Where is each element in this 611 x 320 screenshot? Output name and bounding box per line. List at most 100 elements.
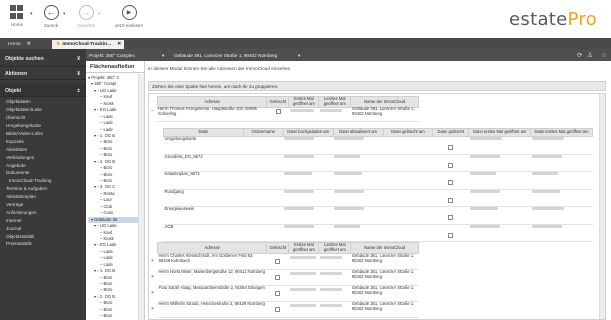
column-header[interactable]: Letztes Mal geöffnet am — [318, 96, 352, 108]
expand-icon[interactable]: + — [151, 290, 154, 296]
start-button[interactable]: ▶ Jetzt einlesen — [114, 5, 144, 35]
file-row[interactable]: Energieausweis — [163, 206, 593, 225]
deleted-checkbox[interactable] — [275, 259, 281, 264]
deleted-cell — [266, 253, 289, 270]
address-row[interactable]: Herrn Horst Meier, Marienbergstraße 12, … — [157, 269, 419, 286]
chevron-down-icon[interactable]: ▾ — [162, 53, 164, 59]
first-address-row: Herrn Thomas Ferngeimner, Hauptstraße 10… — [157, 106, 419, 122]
back-dropdown-icon[interactable]: ▾ — [63, 11, 66, 17]
chevron-down-icon[interactable]: ▾ — [298, 53, 300, 59]
file-deleted-checkbox[interactable] — [448, 145, 454, 150]
deleted-checkbox[interactable] — [275, 275, 281, 280]
back-label: Zurück — [43, 23, 59, 28]
file-column-header[interactable]: Datei erstes Mal geöffnet am — [468, 128, 532, 137]
home-grid-icon — [9, 5, 25, 19]
sidebar-item[interactable]: Übersicht — [0, 114, 86, 122]
tree-node-label: Büro — [103, 178, 113, 183]
sidebar-item[interactable]: Exposés — [0, 137, 86, 145]
tree-node[interactable]: – Büro — [88, 313, 144, 319]
sidebar-item[interactable]: Objektstatistik — [0, 232, 86, 240]
sidebar-item[interactable]: Bilder/Video-Links — [0, 130, 86, 138]
file-row[interactable]: Rundgang — [163, 189, 593, 207]
file-deleted-checkbox[interactable] — [448, 215, 454, 220]
breadcrumb-building[interactable]: Gebäude 361, Lorenzer Straße 1, 90402 Nü… — [174, 53, 277, 58]
expand-icon[interactable]: + — [151, 258, 154, 264]
file-column-header[interactable]: Datei gelöscht — [432, 128, 470, 137]
column-header[interactable]: Erstes Mal geöffnet am — [288, 96, 320, 108]
home-button[interactable]: Home — [4, 5, 30, 35]
file-row[interactable]: AGB — [163, 224, 593, 242]
file-row[interactable]: Katasterplan_8672 — [163, 171, 593, 190]
group-by-drop-zone[interactable]: Ziehen Sie eine Spalte hier herein, um n… — [148, 81, 606, 91]
sidebar-item[interactable]: Objektdaten/Liste — [0, 106, 86, 114]
sidebar-item[interactable]: Journal — [0, 224, 86, 232]
sidebar-item[interactable]: Termine & Aufgaben — [0, 185, 86, 193]
sidebar-item[interactable]: Aktivitätenplan — [0, 193, 86, 201]
file-deleted-checkbox[interactable] — [448, 197, 454, 203]
column-header[interactable]: Adresse — [156, 242, 268, 254]
expand-icon[interactable]: + — [151, 274, 154, 280]
file-row[interactable]: Umgebungskarte — [163, 136, 593, 155]
tree-node-label: Büro — [103, 171, 113, 177]
column-header[interactable]: Gelöscht — [266, 242, 290, 254]
file-row[interactable]: Grundriss_EG_8672 — [163, 154, 593, 172]
sidebar-item[interactable]: Angebote — [0, 161, 86, 169]
sidebar-item[interactable]: Verbindungen — [0, 153, 86, 161]
column-header[interactable]: Letztes Mal geöffnet am — [318, 242, 352, 254]
forward-button[interactable]: → Vorwärts — [73, 5, 99, 35]
file-deleted-checkbox[interactable] — [448, 162, 454, 168]
file-column-header[interactable]: Datei letztes Mal geöffnet am — [530, 128, 593, 137]
tab-immocloud-tracking[interactable]: ★ ImmoCloud-Trackin... ✕ — [52, 40, 124, 49]
deleted-checkbox[interactable] — [275, 307, 281, 312]
grid-scrollbar[interactable] — [599, 94, 605, 319]
sidebar-section-actions[interactable]: Aktionen ¥ — [0, 67, 86, 80]
file-column-header[interactable]: Ordnername — [242, 128, 284, 137]
redacted-date — [469, 172, 496, 176]
expand-icon[interactable]: + — [151, 306, 154, 312]
home-dropdown-icon[interactable]: ▾ — [30, 11, 33, 17]
back-button[interactable]: ← Zurück — [38, 5, 64, 35]
date-cell — [468, 136, 531, 155]
sidebar-item[interactable]: ImmoCloud-Tracking — [0, 177, 86, 185]
column-header[interactable]: Name der ImmoCloud — [350, 242, 419, 254]
collapse-icon[interactable]: − — [151, 108, 154, 114]
tree-title: Flächenaufteilun — [86, 61, 144, 73]
column-header[interactable]: Gelöscht — [266, 96, 290, 108]
section-label: Aktionen — [5, 71, 28, 77]
address-row[interactable]: Herrn Charles Kleinschmidt, Am Goldenen … — [157, 253, 419, 270]
deleted-checkbox[interactable] — [275, 291, 281, 296]
sidebar-item[interactable]: Internet — [0, 216, 86, 224]
tab-home[interactable]: Home ✕ — [4, 40, 35, 49]
sidebar-item[interactable]: Umgebungskarte — [0, 122, 86, 130]
close-icon[interactable]: ✕ — [27, 42, 31, 47]
file-column-header[interactable]: Datei gelöscht am — [382, 128, 434, 137]
close-icon[interactable]: ✕ — [117, 42, 121, 47]
address-row[interactable]: Frau Sarah Haag, Marquardsenstraße 2, 91… — [157, 285, 419, 302]
folder-cell — [243, 171, 284, 190]
sidebar-item[interactable]: Aktivitäten — [0, 145, 86, 153]
tree-scrollbar[interactable] — [138, 74, 144, 320]
sidebar-section-object[interactable]: Objekt ± — [0, 84, 86, 97]
forward-dropdown-icon[interactable]: ▾ — [98, 11, 101, 17]
address-row[interactable]: Herrn Wilhelm Straub, Heinickestraße 2, … — [157, 301, 419, 318]
refresh-icon[interactable]: ⟳ — [577, 51, 582, 59]
sidebar-item[interactable]: Dokumente — [0, 169, 86, 177]
file-column-header[interactable]: Datei hochgeladen am — [282, 128, 334, 137]
sidebar-item[interactable]: Objektdaten — [0, 98, 86, 106]
breadcrumb-project[interactable]: Projekt: 360° Complex — [89, 53, 135, 58]
file-column-header[interactable]: Datei aktualisiert am — [332, 128, 384, 137]
deleted-checkbox[interactable] — [275, 109, 281, 114]
deleted-date-cell — [383, 154, 433, 172]
sidebar-item[interactable]: Anforderungen — [0, 208, 86, 216]
file-deleted-checkbox[interactable] — [448, 232, 454, 238]
user-icon[interactable]: ♙ — [587, 51, 593, 59]
file-deleted-checkbox[interactable] — [448, 180, 454, 185]
section-label: Objekte suchen — [5, 56, 44, 62]
sidebar-section-objects-search[interactable]: Objekte suchen ¥ — [0, 49, 86, 67]
sidebar-item[interactable]: Preisstatistik — [0, 240, 86, 248]
date-cell — [333, 154, 384, 172]
column-header[interactable]: Erstes Mal geöffnet am — [288, 242, 320, 254]
file-name-cell: Umgebungskarte — [163, 136, 244, 155]
sidebar-item[interactable]: Verträge — [0, 201, 86, 209]
favorite-star-icon[interactable]: ☆ — [601, 51, 607, 59]
